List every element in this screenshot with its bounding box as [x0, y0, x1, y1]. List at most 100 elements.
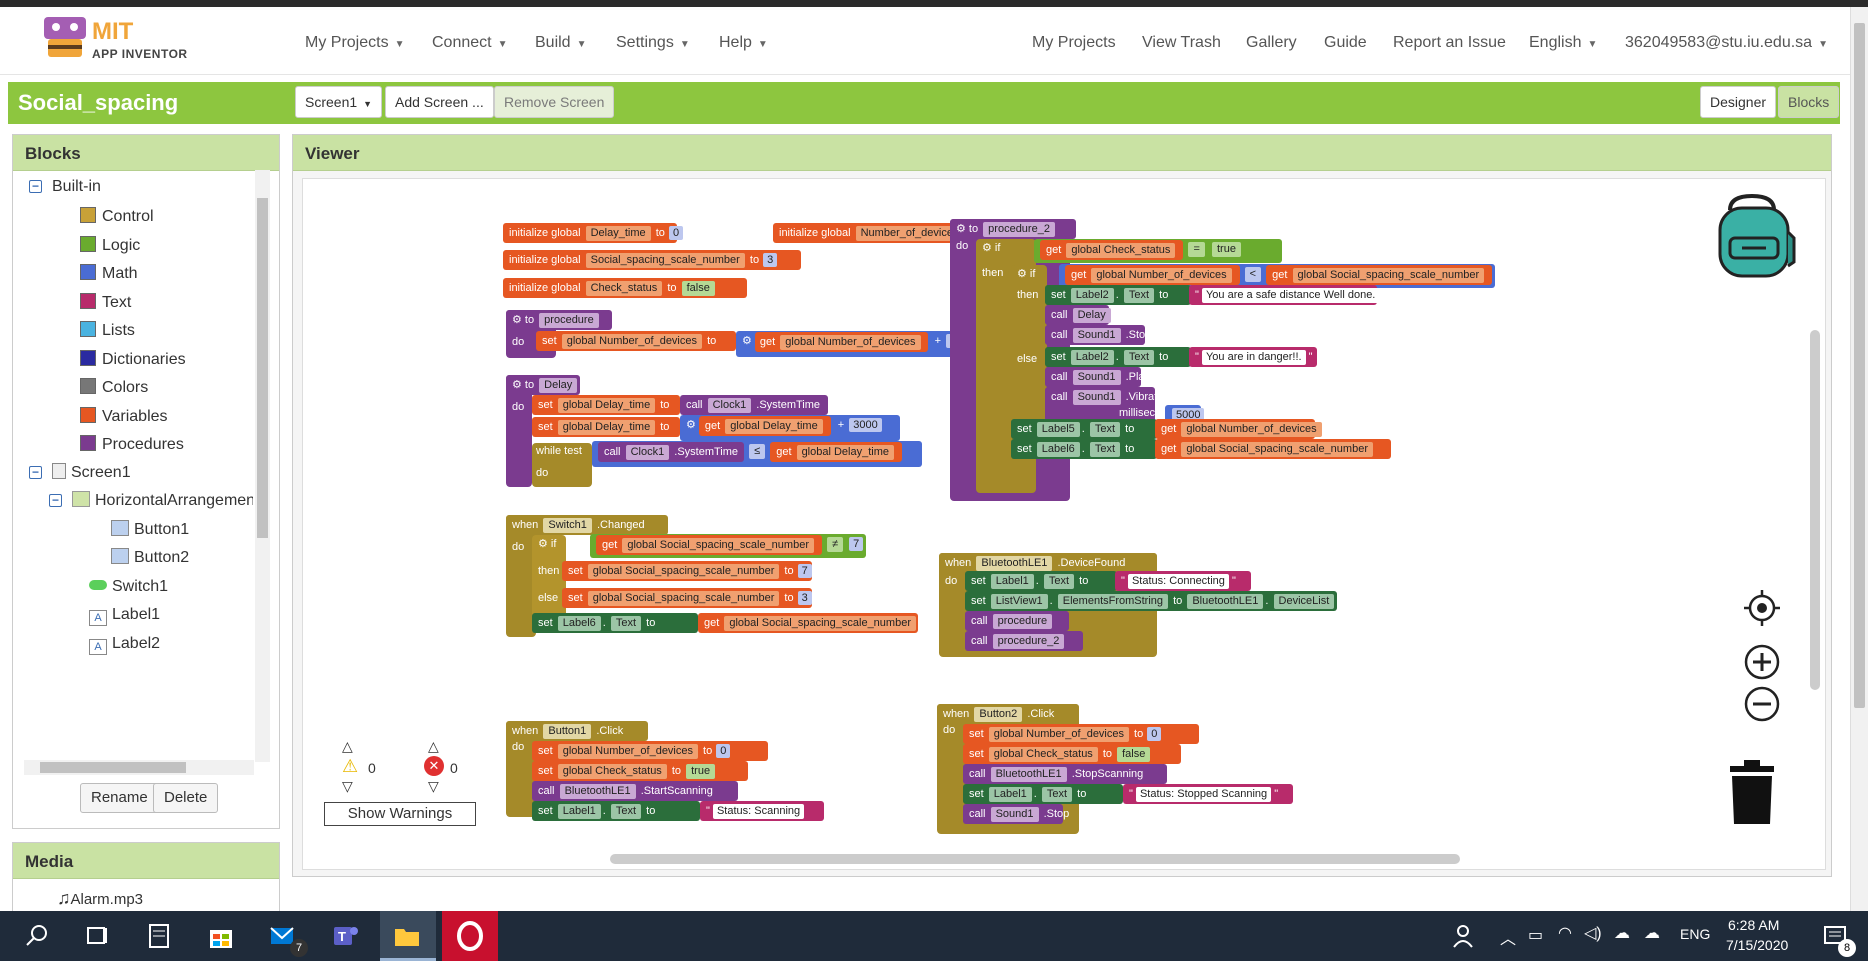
- volume-icon[interactable]: ◁): [1584, 923, 1602, 943]
- button1-set-label1[interactable]: set Label1. Text to: [532, 801, 700, 821]
- ble-event-header[interactable]: when BluetoothLE1 .DeviceFound: [939, 553, 1157, 573]
- tray-chevron-icon[interactable]: ︿: [1500, 925, 1516, 949]
- language-menu[interactable]: English ▼: [1529, 34, 1597, 52]
- button2-set-check[interactable]: set global Check_status to false: [963, 744, 1181, 764]
- clock-date[interactable]: 7/15/2020: [1726, 937, 1788, 953]
- category-math[interactable]: Math: [80, 263, 138, 285]
- store-icon[interactable]: [206, 921, 236, 951]
- delay-header[interactable]: ⚙ to Delay: [506, 375, 580, 395]
- app-inventor-logo[interactable]: MIT APP INVENTOR: [40, 15, 210, 65]
- warn-next-icon[interactable]: ▽: [342, 778, 353, 795]
- button2-event-header[interactable]: when Button2 .Click: [937, 704, 1079, 724]
- cloud-sync-icon[interactable]: ☁: [1644, 923, 1660, 943]
- page-scrollbar[interactable]: [1850, 7, 1868, 911]
- button1-start-scanning[interactable]: call BluetoothLE1 .StartScanning: [532, 781, 738, 801]
- trash-icon[interactable]: [1726, 758, 1778, 826]
- safe-text-string[interactable]: " You are a safe distance Well done. ": [1189, 285, 1386, 305]
- blocks-workspace[interactable]: initialize global Delay_time to 0 initia…: [302, 178, 1826, 870]
- tree-hscroll-thumb[interactable]: [40, 762, 186, 773]
- init-global-check-block[interactable]: initialize global Check_status to false: [503, 278, 747, 298]
- ble-status-string[interactable]: " Status: Connecting ": [1115, 571, 1251, 591]
- procedure2-header[interactable]: ⚙ to procedure_2: [950, 219, 1076, 239]
- show-warnings-button[interactable]: Show Warnings: [324, 802, 476, 826]
- nav-build[interactable]: Build ▼: [535, 34, 586, 52]
- button2-set-label1[interactable]: set Label1. Text to: [963, 784, 1123, 804]
- delay-add-block[interactable]: ⚙ get global Delay_time +3000: [680, 415, 900, 441]
- battery-icon[interactable]: ▭: [1528, 925, 1543, 945]
- while-compare-block[interactable]: call Clock1 .SystemTime ≤ get global Del…: [592, 441, 922, 467]
- link-my-projects[interactable]: My Projects: [1032, 34, 1116, 52]
- designer-button[interactable]: Designer: [1700, 86, 1777, 118]
- init-global-delay-block[interactable]: initialize global Delay_time to 0: [503, 223, 684, 243]
- set-label6-text[interactable]: set Label6. Text to: [1011, 439, 1157, 459]
- delete-button[interactable]: Delete: [153, 783, 219, 813]
- input-language[interactable]: ENG: [1680, 926, 1710, 942]
- category-control[interactable]: Control: [80, 206, 154, 228]
- call-sound-play[interactable]: call Sound1 .Play: [1045, 367, 1150, 387]
- link-guide[interactable]: Guide: [1324, 34, 1367, 52]
- switch-get-scale[interactable]: get global Social_spacing_scale_number: [698, 613, 918, 633]
- tree-item-label1[interactable]: A Label1: [89, 604, 160, 626]
- nav-connect[interactable]: Connect ▼: [432, 34, 508, 52]
- proc2-check-equal[interactable]: get global Check_status = true: [1034, 239, 1282, 263]
- delay-set-block-2[interactable]: set global Delay_time to: [532, 417, 680, 437]
- collapse-icon[interactable]: −: [49, 494, 62, 507]
- tree-item-button2[interactable]: Button2: [111, 547, 189, 569]
- add-screen-button[interactable]: Add Screen ...: [385, 86, 494, 118]
- ble-set-label1[interactable]: set Label1. Text to: [965, 571, 1117, 591]
- tree-vscroll-thumb[interactable]: [257, 198, 268, 538]
- ble-set-listview[interactable]: set ListView1. ElementsFromString to Blu…: [965, 591, 1337, 611]
- blocks-button[interactable]: Blocks: [1778, 86, 1840, 118]
- ble-call-procedure2[interactable]: call procedure_2: [965, 631, 1083, 651]
- delay-call-systemtime[interactable]: call Clock1 .SystemTime: [680, 395, 828, 415]
- tree-item-arrangement[interactable]: − HorizontalArrangemen: [49, 490, 253, 512]
- backpack-icon[interactable]: [1712, 192, 1798, 284]
- button1-set-number[interactable]: set global Number_of_devices to 0: [532, 741, 768, 761]
- category-variables[interactable]: Variables: [80, 406, 168, 428]
- tree-item-builtin[interactable]: − Built-in: [29, 176, 101, 198]
- procedure-set-block[interactable]: set global Number_of_devices to: [536, 331, 736, 351]
- notepad-icon[interactable]: [144, 921, 174, 951]
- switch-not-equal[interactable]: get global Social_spacing_scale_number ≠…: [590, 534, 866, 558]
- nav-my-projects[interactable]: My Projects ▼: [305, 34, 404, 52]
- tree-vertical-scrollbar[interactable]: [255, 170, 270, 762]
- link-report-issue[interactable]: Report an Issue: [1393, 34, 1506, 52]
- button2-stop-scanning[interactable]: call BluetoothLE1 .StopScanning: [963, 764, 1167, 784]
- tree-item-screen1[interactable]: − Screen1: [29, 462, 131, 484]
- error-next-icon[interactable]: ▽: [428, 778, 439, 795]
- explorer-taskbar-item[interactable]: [380, 911, 436, 961]
- people-icon[interactable]: [1450, 921, 1480, 951]
- rename-button[interactable]: Rename: [80, 783, 159, 813]
- page-scrollbar-thumb[interactable]: [1854, 23, 1865, 708]
- get-scale-number[interactable]: get global Social_spacing_scale_number: [1155, 439, 1391, 459]
- switch-event-header[interactable]: when Switch1 .Changed: [506, 515, 668, 535]
- nav-help[interactable]: Help ▼: [719, 34, 768, 52]
- workspace-horizontal-scrollbar[interactable]: [610, 854, 1460, 864]
- account-menu[interactable]: 362049583@stu.iu.edu.sa ▼: [1625, 34, 1828, 52]
- category-colors[interactable]: Colors: [80, 377, 148, 399]
- opera-taskbar-item[interactable]: [442, 911, 498, 961]
- warn-prev-icon[interactable]: △: [342, 738, 353, 755]
- button1-set-check[interactable]: set global Check_status to true: [532, 761, 748, 781]
- tree-item-button1[interactable]: Button1: [111, 519, 189, 541]
- zoom-out-icon[interactable]: [1744, 686, 1780, 722]
- task-view-icon[interactable]: [82, 921, 112, 951]
- procedure-header[interactable]: ⚙ to procedure: [506, 310, 612, 330]
- category-logic[interactable]: Logic: [80, 235, 140, 257]
- set-label2-danger[interactable]: set Label2. Text to: [1045, 347, 1191, 367]
- clock-time[interactable]: 6:28 AM: [1728, 917, 1779, 933]
- init-global-scale-block[interactable]: initialize global Social_spacing_scale_n…: [503, 250, 801, 270]
- category-lists[interactable]: Lists: [80, 320, 135, 342]
- screen-select[interactable]: Screen1 ▼: [295, 86, 383, 118]
- cloud-upload-icon[interactable]: ☁: [1614, 923, 1630, 943]
- category-dictionaries[interactable]: Dictionaries: [80, 349, 186, 371]
- category-text[interactable]: Text: [80, 292, 131, 314]
- set-label2-safe[interactable]: set Label2. Text to: [1045, 285, 1191, 305]
- tree-horizontal-scrollbar[interactable]: [24, 760, 254, 775]
- zoom-in-icon[interactable]: [1744, 644, 1780, 680]
- tree-item-switch1[interactable]: Switch1: [89, 576, 168, 598]
- category-procedures[interactable]: Procedures: [80, 434, 184, 456]
- media-item[interactable]: ♫Alarm.mp3: [57, 888, 143, 909]
- call-sound-stop[interactable]: call Sound1 .Stop: [1045, 325, 1151, 345]
- collapse-icon[interactable]: −: [29, 180, 42, 193]
